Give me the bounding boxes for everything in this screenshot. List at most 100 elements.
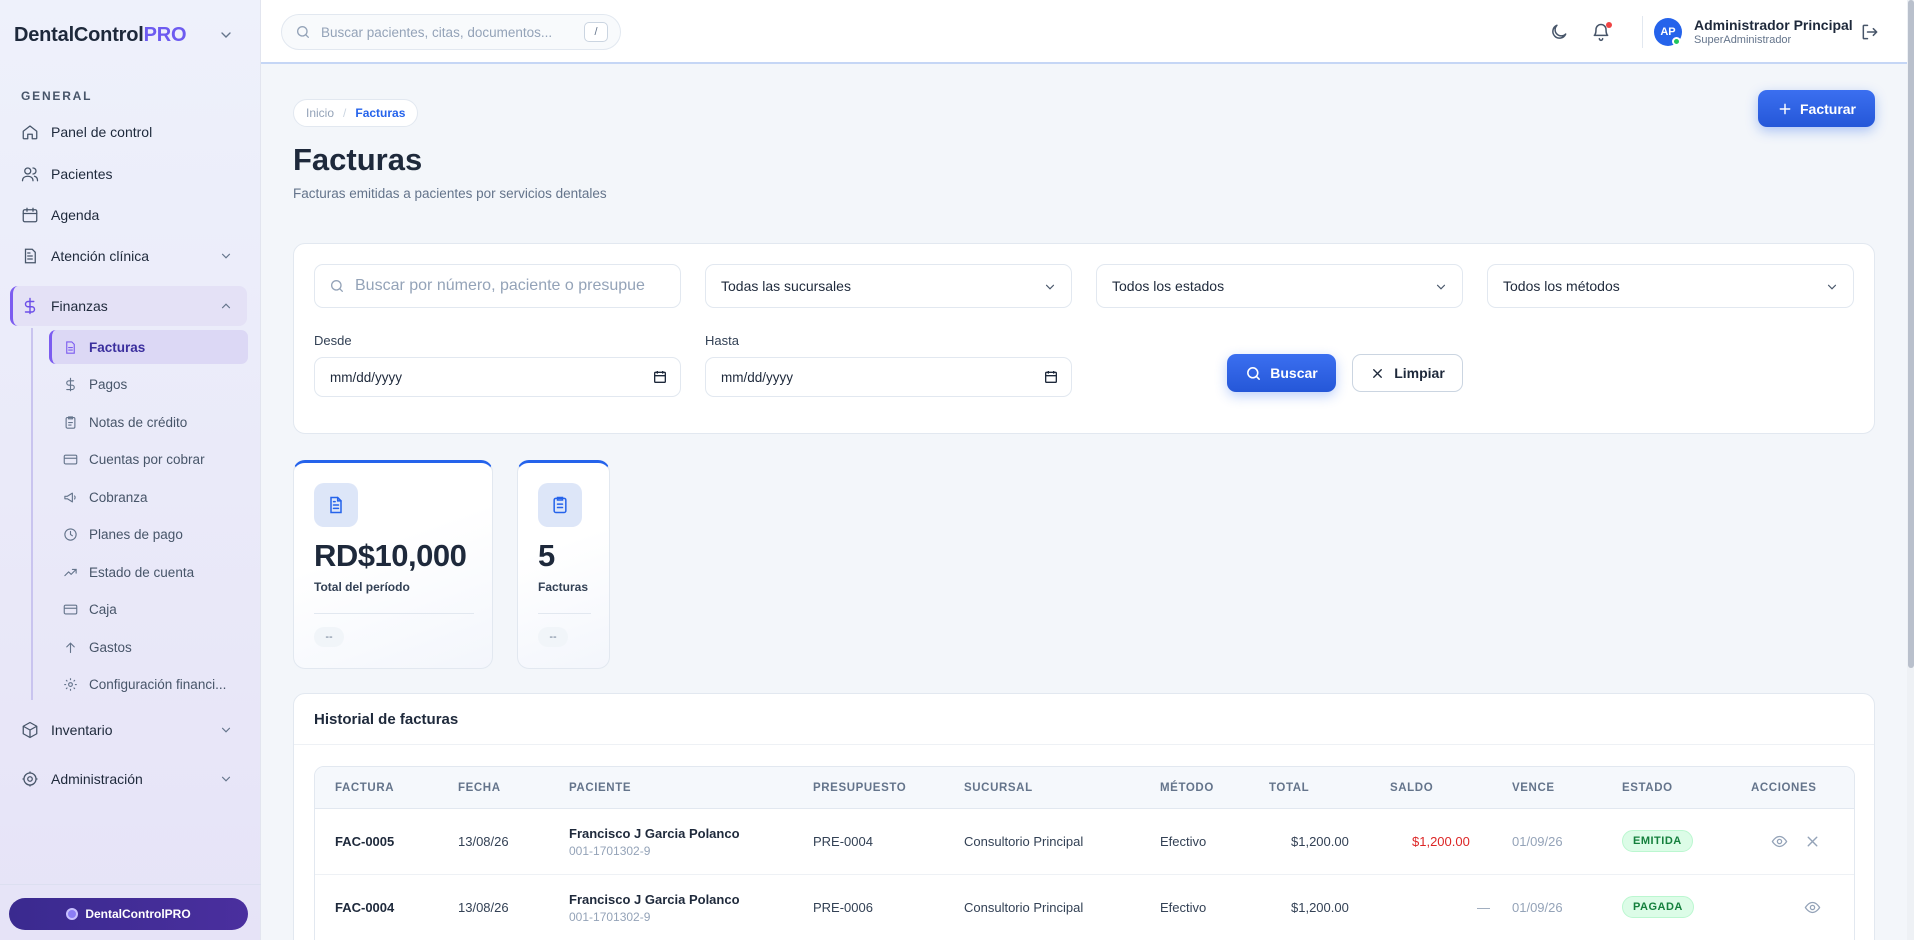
- patient-name[interactable]: Francisco J Garcia Polanco: [569, 892, 740, 907]
- branch-select[interactable]: Todas las sucursales: [705, 264, 1072, 308]
- breadcrumb: Inicio / Facturas: [293, 99, 419, 127]
- dollar-icon: [66, 377, 75, 391]
- page-subtitle: Facturas emitidas a pacientes por servic…: [293, 186, 607, 201]
- calendar-icon: [22, 207, 38, 223]
- sidebar-subitem-caja[interactable]: Caja: [49, 592, 248, 626]
- stat-value: 5: [538, 538, 555, 573]
- breadcrumb-home[interactable]: Inicio: [306, 106, 334, 120]
- clipboard-icon: [24, 248, 36, 264]
- sidebar-subitem-planes[interactable]: Planes de pago: [49, 517, 248, 551]
- global-search-input[interactable]: [321, 24, 576, 40]
- history-title: Historial de facturas: [314, 711, 459, 728]
- payment-method: Efectivo: [1160, 900, 1207, 915]
- close-icon[interactable]: [1804, 833, 1821, 850]
- sidebar: DentalControlPRO GENERAL Panel de contro…: [0, 0, 261, 940]
- column-header[interactable]: MÉTODO: [1160, 782, 1214, 794]
- breadcrumb-current: Facturas: [355, 106, 406, 120]
- status-badge: PAGADA: [1622, 896, 1694, 918]
- sidebar-item-agenda[interactable]: Agenda: [10, 196, 247, 234]
- search-button[interactable]: Buscar: [1227, 354, 1336, 392]
- to-date-input[interactable]: mm/dd/yyyy: [705, 357, 1072, 397]
- sidebar-subitem-cuentas[interactable]: Cuentas por cobrar: [49, 442, 248, 476]
- sidebar-item-finanzas[interactable]: Finanzas: [10, 286, 247, 326]
- clock-icon: [64, 527, 77, 541]
- moon-icon[interactable]: [1549, 22, 1569, 42]
- from-date-value: mm/dd/yyyy: [330, 369, 403, 385]
- dollar-icon: [24, 297, 36, 315]
- sidebar-subitem-facturas[interactable]: Facturas: [49, 330, 248, 364]
- sidebar-subitem-notas[interactable]: Notas de crédito: [49, 405, 248, 439]
- invoice-total: $1,200.00: [1291, 834, 1349, 849]
- table-row[interactable]: FAC-0004 13/08/26 Francisco J Garcia Pol…: [315, 875, 1854, 940]
- calendar-icon[interactable]: [1043, 369, 1059, 385]
- user-name[interactable]: Administrador Principal: [1694, 17, 1853, 33]
- eye-icon[interactable]: [1771, 833, 1788, 850]
- topbar-separator: [1642, 16, 1643, 48]
- global-search[interactable]: /: [281, 14, 621, 50]
- online-status-dot: [1672, 37, 1681, 46]
- new-invoice-button[interactable]: Facturar: [1758, 90, 1875, 127]
- branch-name: Consultorio Principal: [964, 834, 1084, 849]
- from-date-input[interactable]: mm/dd/yyyy: [314, 357, 681, 397]
- sidebar-subitem-gastos[interactable]: Gastos: [49, 630, 248, 664]
- status-select[interactable]: Todos los estados: [1096, 264, 1463, 308]
- branch-select-value: Todas las sucursales: [721, 278, 851, 294]
- sidebar-item-label: Inventario: [51, 722, 113, 738]
- sidebar-footer-label: DentalControlPRO: [85, 907, 191, 921]
- patient-name[interactable]: Francisco J Garcia Polanco: [569, 826, 740, 841]
- column-header[interactable]: FECHA: [458, 782, 501, 794]
- search-icon: [331, 280, 343, 292]
- column-header: ACCIONES: [1751, 782, 1817, 794]
- sidebar-subitem-pagos[interactable]: Pagos: [49, 367, 248, 401]
- invoice-date: 13/08/26: [458, 834, 509, 849]
- page-scrollbar-thumb[interactable]: [1908, 0, 1914, 668]
- column-header[interactable]: PACIENTE: [569, 782, 631, 794]
- column-header[interactable]: SUCURSAL: [964, 782, 1033, 794]
- due-date: 01/09/26: [1512, 834, 1563, 849]
- patient-id: 001-1701302-9: [569, 844, 651, 858]
- invoice-search-field[interactable]: [314, 264, 681, 308]
- user-role: SuperAdministrador: [1694, 34, 1792, 46]
- sidebar-item-atencion[interactable]: Atención clínica: [10, 237, 247, 275]
- clear-button[interactable]: Limpiar: [1352, 354, 1463, 392]
- calendar-icon[interactable]: [652, 369, 668, 385]
- method-select[interactable]: Todos los métodos: [1487, 264, 1854, 308]
- search-icon: [297, 26, 309, 38]
- sidebar-item-inventario[interactable]: Inventario: [10, 711, 247, 749]
- sidebar-subitem-estado[interactable]: Estado de cuenta: [49, 555, 248, 589]
- megaphone-icon: [64, 492, 76, 502]
- sidebar-subitem-configuracion[interactable]: Configuración financi...: [49, 667, 248, 701]
- column-header[interactable]: ESTADO: [1622, 782, 1673, 794]
- logout-icon[interactable]: [1860, 22, 1880, 42]
- invoice-number[interactable]: FAC-0004: [335, 900, 394, 915]
- sidebar-item-panel[interactable]: Panel de control: [10, 113, 247, 151]
- branch-name: Consultorio Principal: [964, 900, 1084, 915]
- chevron-down-icon: [1436, 284, 1446, 290]
- invoice-number[interactable]: FAC-0005: [335, 834, 394, 849]
- table-row[interactable]: FAC-0005 13/08/26 Francisco J Garcia Pol…: [315, 809, 1854, 875]
- column-header[interactable]: VENCE: [1512, 782, 1555, 794]
- column-header[interactable]: TOTAL: [1269, 782, 1309, 794]
- sidebar-item-administracion[interactable]: Administración: [10, 760, 247, 798]
- stat-trend-chip: --: [314, 627, 344, 647]
- breadcrumb-separator: /: [343, 106, 347, 120]
- sidebar-footer-badge[interactable]: DentalControlPRO: [9, 898, 248, 930]
- trend-icon: [64, 568, 77, 576]
- stat-card-count: 5 Facturas --: [517, 460, 610, 669]
- method-select-value: Todos los métodos: [1503, 278, 1620, 294]
- chevron-down-icon[interactable]: [218, 27, 234, 43]
- column-header[interactable]: PRESUPUESTO: [813, 782, 906, 794]
- brand-logo[interactable]: DentalControlPRO: [14, 24, 187, 47]
- chevron-down-icon: [1827, 284, 1837, 290]
- sidebar-item-label: Agenda: [51, 207, 100, 223]
- sidebar-subitem-cobranza[interactable]: Cobranza: [49, 480, 248, 514]
- stat-trend-chip: --: [538, 627, 568, 647]
- column-header[interactable]: FACTURA: [335, 782, 394, 794]
- invoice-search-input[interactable]: [355, 277, 645, 295]
- sidebar-item-pacientes[interactable]: Pacientes: [10, 155, 247, 193]
- invoice-date: 13/08/26: [458, 900, 509, 915]
- chevron-down-icon: [221, 727, 231, 733]
- eye-icon[interactable]: [1804, 899, 1821, 916]
- column-header[interactable]: SALDO: [1390, 782, 1433, 794]
- gear-icon: [22, 771, 38, 787]
